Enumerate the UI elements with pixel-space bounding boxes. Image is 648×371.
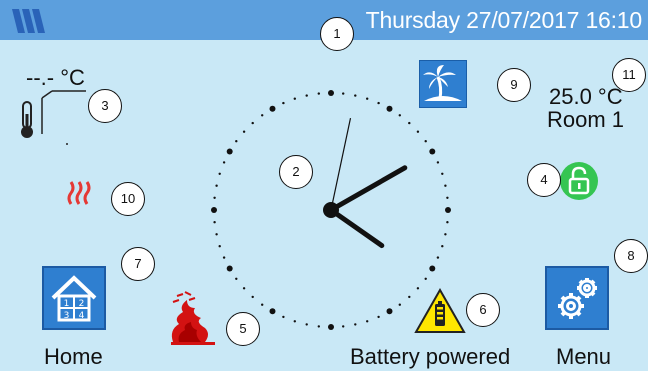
- clock-minute-mark: [424, 140, 427, 143]
- clock-minute-mark: [251, 295, 254, 299]
- clock-hour-mark: [269, 308, 276, 315]
- flame-icon: [171, 291, 215, 345]
- clock-minute-mark: [222, 256, 226, 259]
- clock-minute-mark: [282, 101, 285, 105]
- clock-minute-mark: [441, 245, 444, 248]
- clock-minute-mark: [242, 130, 246, 133]
- clock-hour-mark: [328, 90, 334, 96]
- svg-text:4: 4: [79, 311, 85, 321]
- home-button[interactable]: 1 2 3 4: [42, 266, 106, 330]
- clock-minute-mark: [251, 121, 254, 125]
- callout-9: 9: [497, 68, 531, 102]
- clock-minute-hand: [328, 165, 408, 213]
- thermometer-icon: [21, 90, 86, 145]
- clock-minute-mark: [222, 161, 226, 164]
- clock-minute-mark: [242, 287, 246, 290]
- clock-minute-mark: [317, 92, 320, 95]
- clock-minute-mark: [293, 97, 296, 100]
- thermostat-screen: Thursday 27/07/2017 16:10 --.- °C 25.0 °…: [0, 0, 648, 371]
- clock-second-hand: [330, 117, 352, 211]
- clock-hour-mark: [211, 207, 217, 213]
- clock-minute-mark: [342, 92, 345, 95]
- clock-minute-mark: [213, 221, 216, 224]
- clock-minute-mark: [408, 121, 411, 125]
- room-temperature: 25.0 °C: [549, 84, 623, 109]
- clock-minute-mark: [218, 245, 221, 248]
- clock-minute-mark: [261, 114, 264, 117]
- outdoor-temperature: --.- °C: [26, 65, 85, 90]
- lock-button[interactable]: [560, 162, 598, 200]
- callout-1: 1: [320, 17, 354, 51]
- clock-minute-mark: [444, 184, 447, 187]
- callout-11: 11: [612, 58, 646, 92]
- clock-hour-mark: [445, 207, 451, 213]
- battery-warning-icon: [414, 288, 466, 333]
- menu-label: Menu: [556, 344, 612, 369]
- clock-minute-mark: [377, 315, 380, 319]
- home-label: Home: [44, 344, 103, 369]
- battery-status-label: Battery powered: [350, 344, 511, 369]
- clock-hour-mark: [386, 105, 393, 112]
- clock-hour-mark: [328, 324, 334, 330]
- clock-minute-mark: [305, 323, 308, 326]
- clock-minute-mark: [354, 94, 357, 97]
- clock-minute-mark: [398, 303, 401, 306]
- clock-minute-mark: [305, 94, 308, 97]
- clock-minute-mark: [408, 295, 411, 299]
- callout-8: 8: [614, 239, 648, 273]
- date-time-display: Thursday 27/07/2017 16:10: [365, 7, 643, 33]
- gears-icon: [558, 278, 597, 319]
- clock-minute-mark: [354, 323, 357, 326]
- clock-minute-mark: [398, 114, 401, 117]
- clock-minute-mark: [446, 221, 449, 224]
- callout-7: 7: [121, 247, 155, 281]
- clock-minute-mark: [366, 320, 369, 323]
- unlocked-padlock-icon: [568, 166, 590, 195]
- callout-2: 2: [279, 155, 313, 189]
- clock-hour-hand: [328, 207, 385, 249]
- callout-3: 3: [88, 89, 122, 123]
- callout-4: 4: [527, 163, 561, 197]
- clock-minute-mark: [317, 325, 320, 328]
- heating-waves-icon: [67, 181, 91, 205]
- clock-minute-mark: [215, 233, 218, 236]
- clock-minute-mark: [218, 172, 221, 175]
- clock-hour-mark: [226, 265, 233, 272]
- clock-minute-mark: [416, 130, 420, 133]
- clock-minute-mark: [366, 97, 369, 100]
- clock-minute-mark: [293, 320, 296, 323]
- clock-hour-mark: [386, 308, 393, 315]
- clock-minute-mark: [261, 303, 264, 306]
- clock-hour-mark: [429, 148, 436, 155]
- clock-minute-mark: [446, 196, 449, 199]
- clock-minute-mark: [235, 277, 238, 280]
- clock-minute-mark: [235, 140, 238, 143]
- clock-hour-mark: [226, 148, 233, 155]
- clock-minute-mark: [282, 315, 285, 319]
- house-zones-icon: 1 2 3 4: [51, 275, 97, 322]
- menu-button[interactable]: [545, 266, 609, 330]
- callout-10: 10: [111, 182, 145, 216]
- clock-minute-mark: [441, 172, 444, 175]
- svg-text:2: 2: [79, 299, 85, 309]
- room-name: Room 1: [547, 107, 625, 132]
- svg-text:1: 1: [64, 299, 70, 309]
- callout-6: 6: [466, 293, 500, 327]
- clock-minute-mark: [215, 184, 218, 187]
- callout-5: 5: [226, 312, 260, 346]
- svg-text:3: 3: [64, 311, 70, 321]
- clock-hour-mark: [429, 265, 436, 272]
- clock-center: [323, 202, 339, 218]
- clock-minute-mark: [444, 233, 447, 236]
- clock-minute-mark: [436, 256, 440, 259]
- clock-minute-mark: [424, 277, 427, 280]
- clock-minute-mark: [213, 196, 216, 199]
- brand-logo-icon: [12, 9, 45, 33]
- clock-hour-mark: [269, 105, 276, 112]
- clock-minute-mark: [436, 161, 440, 164]
- clock-minute-mark: [377, 101, 380, 105]
- clock-minute-mark: [342, 325, 345, 328]
